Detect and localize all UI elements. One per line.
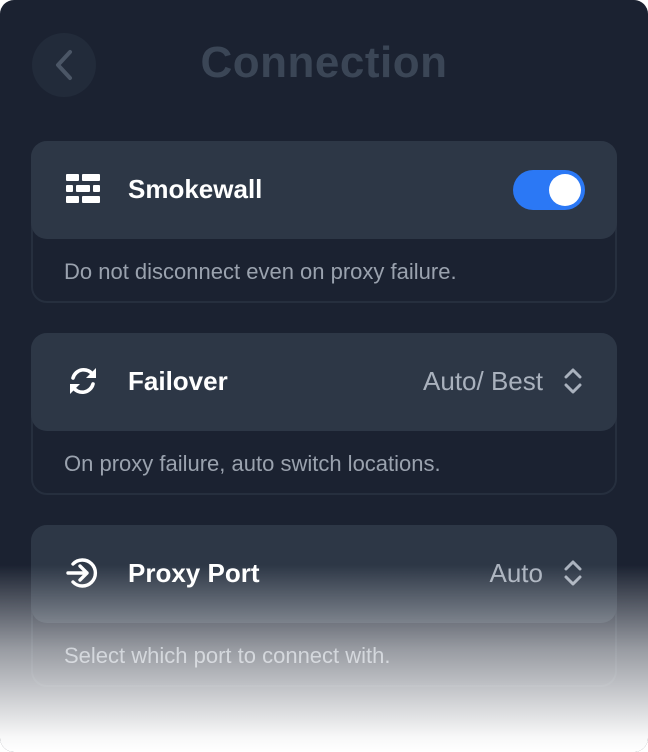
connection-screen: Connection Smokewall Do not disconnect e… bbox=[0, 0, 648, 752]
sign-in-icon bbox=[65, 555, 101, 591]
proxy-port-label: Proxy Port bbox=[128, 558, 260, 588]
failover-description: On proxy failure, auto switch locations. bbox=[64, 451, 441, 476]
smokewall-toggle[interactable] bbox=[513, 170, 585, 210]
page-title: Connection bbox=[200, 38, 448, 87]
failover-label: Failover bbox=[128, 366, 228, 396]
failover-select[interactable]: Auto/ Best bbox=[423, 363, 583, 399]
firewall-icon bbox=[65, 171, 101, 207]
refresh-icon bbox=[65, 363, 101, 399]
chevron-updown-icon bbox=[563, 367, 583, 395]
failover-value: Auto/ Best bbox=[423, 365, 543, 396]
chevron-updown-icon bbox=[563, 559, 583, 587]
proxy-port-row[interactable]: Proxy Port Auto bbox=[31, 525, 617, 623]
smokewall-description: Do not disconnect even on proxy failure. bbox=[64, 259, 457, 284]
smokewall-card: Smokewall Do not disconnect even on prox… bbox=[31, 141, 617, 303]
proxy-port-description: Select which port to connect with. bbox=[64, 643, 391, 668]
toggle-knob bbox=[549, 174, 581, 206]
proxy-port-card: Proxy Port Auto Select which port to con… bbox=[31, 525, 617, 687]
failover-row[interactable]: Failover Auto/ Best bbox=[31, 333, 617, 431]
proxy-port-value: Auto bbox=[489, 557, 544, 588]
smokewall-label: Smokewall bbox=[128, 174, 263, 204]
failover-card: Failover Auto/ Best On proxy failure, au… bbox=[31, 333, 617, 495]
header: Connection bbox=[0, 0, 648, 130]
proxy-port-select[interactable]: Auto bbox=[490, 555, 584, 591]
smokewall-row: Smokewall bbox=[31, 141, 617, 239]
